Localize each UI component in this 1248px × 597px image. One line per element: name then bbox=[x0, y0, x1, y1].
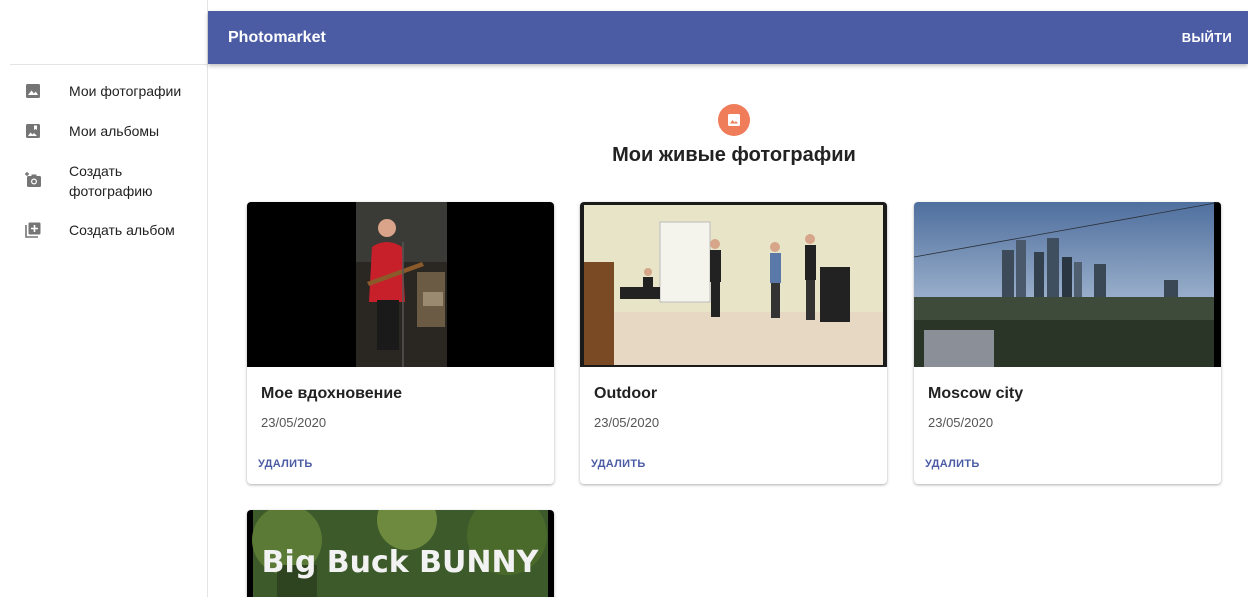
add-photo-icon bbox=[24, 171, 42, 189]
main-content: Мои живые фотографии Мое вдохновение 23/… bbox=[208, 64, 1248, 597]
card-title: Мое вдохновение bbox=[261, 385, 403, 402]
card-title: Moscow city bbox=[928, 385, 1024, 402]
sidebar-item-label: Мои фотографии bbox=[69, 83, 182, 99]
app-bar: Photomarket ВЫЙТИ bbox=[208, 11, 1248, 64]
app-title: Photomarket bbox=[228, 28, 326, 46]
sidebar-item-label: Мои альбомы bbox=[69, 123, 160, 139]
photo-card[interactable]: Outdoor 23/05/2020 УДАЛИТЬ bbox=[580, 202, 887, 484]
thumbnail-text: Big Buck BUNNY bbox=[262, 545, 540, 580]
photo-thumbnail-big-buck-bunny[interactable]: Big Buck BUNNY bbox=[247, 510, 554, 597]
card-title: Outdoor bbox=[594, 385, 658, 402]
sidebar: Мои фотографии Мои альбомы Создать фотог… bbox=[0, 0, 208, 597]
logout-button[interactable]: ВЫЙТИ bbox=[1182, 30, 1232, 45]
card-date: 23/05/2020 bbox=[261, 415, 327, 430]
delete-button[interactable]: УДАЛИТЬ bbox=[925, 458, 980, 470]
photo-icon bbox=[718, 104, 750, 136]
delete-button[interactable]: УДАЛИТЬ bbox=[258, 458, 313, 470]
card-date: 23/05/2020 bbox=[928, 415, 994, 430]
album-icon bbox=[24, 122, 42, 140]
photo-card[interactable]: Moscow city 23/05/2020 УДАЛИТЬ bbox=[914, 202, 1221, 484]
sidebar-item-create-album[interactable]: Создать альбом bbox=[0, 219, 207, 241]
sidebar-item-label: Создать альбом bbox=[69, 222, 175, 238]
photo-thumbnail-band[interactable] bbox=[580, 202, 887, 367]
photo-card[interactable]: Мое вдохновение 23/05/2020 УДАЛИТЬ bbox=[247, 202, 554, 484]
photo-card[interactable]: Big Buck BUNNY bbox=[247, 510, 554, 597]
add-box-icon bbox=[24, 221, 42, 239]
delete-button[interactable]: УДАЛИТЬ bbox=[591, 458, 646, 470]
card-date: 23/05/2020 bbox=[594, 415, 660, 430]
photo-thumbnail-city[interactable] bbox=[914, 202, 1221, 367]
image-icon bbox=[24, 82, 42, 100]
sidebar-divider bbox=[10, 64, 207, 65]
photo-thumbnail-guitarist[interactable] bbox=[247, 202, 554, 367]
sidebar-item-label: Создать фотографию bbox=[69, 163, 153, 199]
sidebar-item-my-photos[interactable]: Мои фотографии bbox=[0, 80, 207, 102]
sidebar-item-my-albums[interactable]: Мои альбомы bbox=[0, 120, 207, 142]
sidebar-item-create-photo[interactable]: Создать фотографию bbox=[0, 160, 207, 202]
page-title: Мои живые фотографии bbox=[612, 144, 856, 166]
